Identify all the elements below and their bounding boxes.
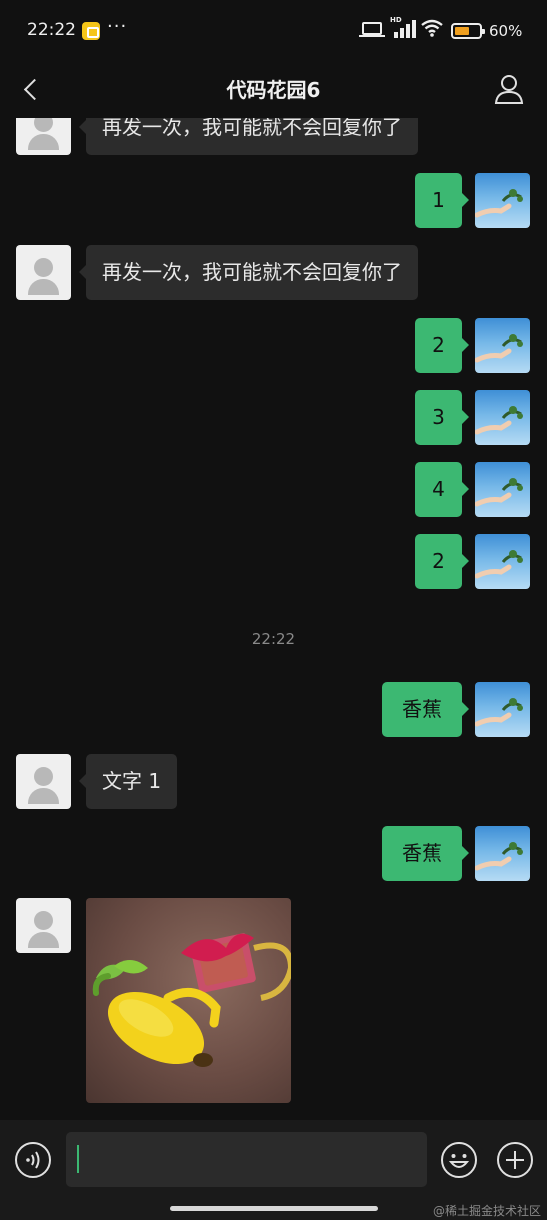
contact-avatar[interactable] [16,898,71,953]
status-bar: 22:22 ··· HD 60% [0,0,547,62]
message-list[interactable]: 再发一次，我可能就不会回复你了 1 再发一次，我可能就不会回复你了 2 3 4 … [0,118,547,1120]
received-message[interactable]: 文字 1 [78,754,178,809]
my-avatar[interactable] [475,462,530,517]
received-message[interactable]: 再发一次，我可能就不会回复你了 [79,245,418,300]
message-input[interactable] [66,1132,427,1187]
sent-message[interactable]: 香蕉 [382,826,469,881]
home-indicator[interactable] [170,1206,378,1211]
input-bar: @稀土掘金技术社区 [0,1120,547,1220]
battery-icon [451,23,485,39]
sent-message[interactable]: 4 [415,462,469,517]
message-timestamp: 22:22 [251,630,296,648]
person-icon[interactable] [490,70,528,108]
chat-header: 代码花园6 [0,62,547,118]
contact-avatar[interactable] [16,754,71,809]
my-avatar[interactable] [475,682,530,737]
wifi-icon [421,19,443,37]
chat-title: 代码花园6 [226,78,321,102]
sent-message[interactable]: 香蕉 [382,682,469,737]
my-avatar[interactable] [475,318,530,373]
watermark: @稀土掘金技术社区 [432,1204,541,1218]
sent-message[interactable]: 2 [415,534,469,589]
my-avatar[interactable] [475,534,530,589]
my-avatar[interactable] [475,826,530,881]
my-avatar[interactable] [475,173,530,228]
sent-message[interactable]: 1 [415,173,469,228]
voice-icon[interactable] [14,1141,52,1179]
signal-icon: HD [390,16,416,38]
status-time: 22:22 [27,20,76,40]
battery-fill [455,27,469,35]
sent-message[interactable]: 2 [415,318,469,373]
image-message[interactable] [86,898,291,1103]
emoji-icon[interactable] [440,1141,478,1179]
received-message[interactable]: 再发一次，我可能就不会回复你了 [79,118,418,155]
contact-avatar[interactable] [16,245,71,300]
battery-percentage: 60% [489,22,523,40]
more-notifications-icon: ··· [107,16,128,37]
sent-message[interactable]: 3 [415,390,469,445]
my-avatar[interactable] [475,390,530,445]
text-caret [77,1145,79,1173]
contact-avatar[interactable] [16,118,71,155]
laptop-icon [359,22,385,37]
signal-hd-label: HD [390,16,402,24]
app-notification-icon [82,22,100,40]
plus-icon[interactable] [496,1141,534,1179]
